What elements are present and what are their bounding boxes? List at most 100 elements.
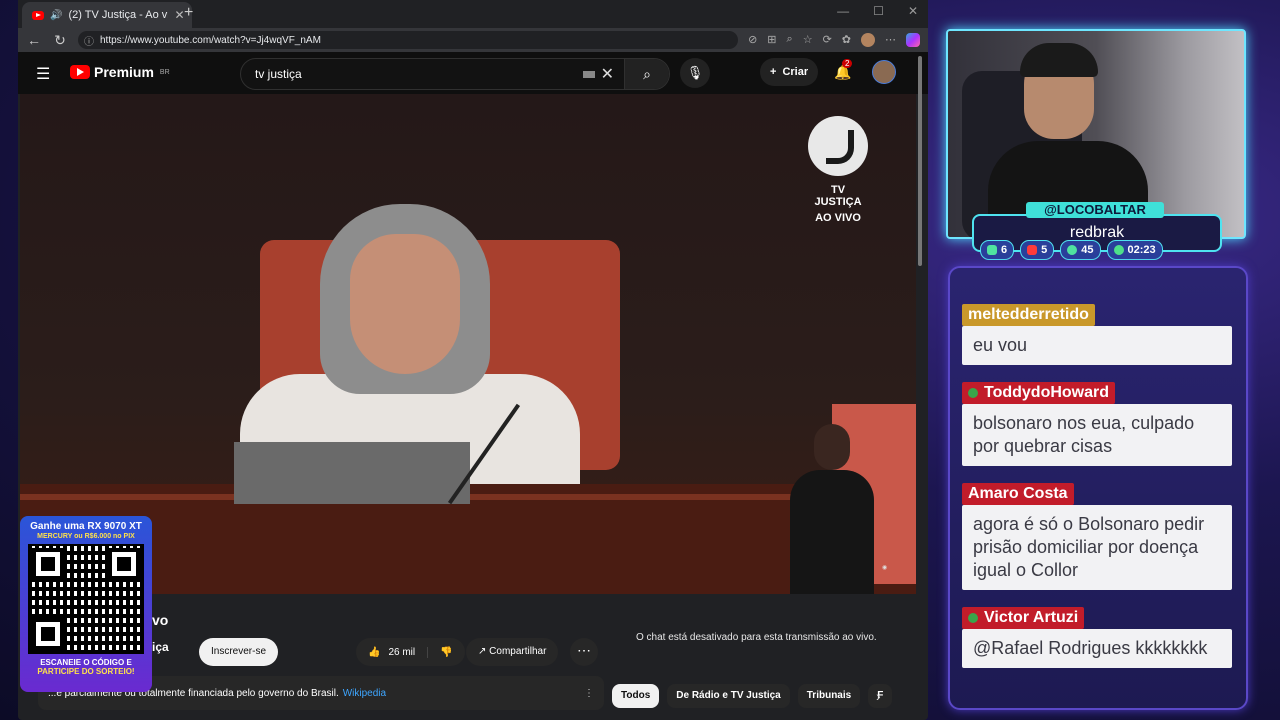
youtube-premium-logo[interactable]: Premium BR: [70, 64, 170, 80]
promo-line3: ESCANEIE O CÓDIGO E: [40, 658, 132, 667]
keyboard-icon[interactable]: [582, 70, 595, 78]
chat-username-text: ToddydoHoward: [984, 384, 1110, 401]
logo-region: BR: [159, 68, 170, 76]
chips-next-arrow-icon[interactable]: ›: [876, 688, 881, 704]
channel-name[interactable]: iça: [152, 640, 169, 654]
window-controls: — ☐ ✕: [837, 4, 918, 18]
notifications-bell-icon[interactable]: 🔔 2: [834, 59, 853, 81]
translate-icon[interactable]: ⊘: [748, 33, 757, 47]
video-laptop: [234, 442, 470, 504]
create-label: Criar: [782, 66, 809, 78]
chip-todos[interactable]: Todos: [612, 684, 660, 708]
close-window-icon[interactable]: ✕: [908, 4, 918, 18]
minimize-icon[interactable]: —: [837, 4, 849, 18]
chip-radio-tv-justica[interactable]: De Rádio e TV Justiça: [667, 684, 790, 708]
stat-viewers-value: 45: [1081, 244, 1094, 256]
user-badge-icon: [968, 613, 978, 623]
hamburger-menu-icon[interactable]: ☰: [36, 64, 50, 84]
video-player[interactable]: TV JUSTIÇA AO VIVO ◉: [20, 94, 916, 594]
apps-icon[interactable]: ⊞: [767, 33, 776, 47]
chat-username: ToddydoHoward: [962, 382, 1116, 404]
chat-username: meltedderretido: [962, 304, 1095, 326]
chat-message: Victor Artuzi @Rafael Rodrigues kkkkkkkk: [962, 607, 1232, 668]
favorite-star-icon[interactable]: ☆: [803, 33, 813, 47]
stat-viewers: 45: [1060, 240, 1101, 260]
promo-line1: Ganhe uma RX 9070 XT: [30, 521, 142, 532]
page-scrollbar[interactable]: [918, 56, 922, 266]
chat-message: ToddydoHoward bolsonaro nos eua, culpado…: [962, 382, 1232, 466]
info-more-icon[interactable]: ⋮: [584, 688, 594, 699]
speaker-icon[interactable]: 🔊: [50, 10, 62, 21]
chat-text: @Rafael Rodrigues kkkkkkkk: [962, 629, 1232, 668]
search-input[interactable]: tv justiça: [241, 67, 583, 81]
qr-code-icon: [28, 544, 144, 654]
chat-username: Amaro Costa: [962, 483, 1074, 505]
search-box: tv justiça ✕ ⌕: [240, 58, 670, 90]
qr-finder: [32, 548, 64, 580]
logo-text: Premium: [94, 64, 154, 80]
video-title: vo: [152, 612, 169, 628]
interpreter-head: [814, 424, 850, 470]
url-text: https://www.youtube.com/watch?v=Jj4wqVF_…: [100, 34, 321, 46]
user-avatar[interactable]: [872, 60, 896, 84]
like-dislike-bar: 👍 26 mil 👎: [356, 638, 465, 666]
chat-username-text: Victor Artuzi: [984, 609, 1079, 626]
maximize-icon[interactable]: ☐: [873, 4, 884, 18]
address-bar-icons: ⊘ ⊞ ⌕ ☆ ⟳ ✿ ⋯: [748, 33, 920, 47]
tab-title: (2) TV Justiça - Ao vivo - You: [68, 9, 168, 21]
share-button[interactable]: ↗ Compartilhar: [466, 638, 559, 666]
voice-search-mic-icon[interactable]: 🎙: [680, 58, 710, 88]
brand-line1: TV JUSTIÇA: [814, 184, 862, 208]
settings-gear-icon[interactable]: ✿: [842, 33, 851, 47]
dislike-button[interactable]: 👎: [428, 647, 464, 658]
notification-badge: 2: [842, 59, 853, 68]
chat-disabled-message: O chat está desativado para esta transmi…: [636, 632, 877, 643]
like-button[interactable]: 👍 26 mil: [356, 646, 429, 658]
stream-stats: 6 5 45 02:23: [980, 240, 1163, 260]
reload-icon[interactable]: ↻: [52, 32, 68, 49]
stat-chat-value: 6: [1001, 244, 1008, 256]
youtube-header: ☰ Premium BR tv justiça ✕ ⌕ 🎙 + Criar 🔔 2: [18, 52, 928, 94]
site-info-icon[interactable]: ⓘ: [84, 33, 94, 48]
tv-justica-logo: TV JUSTIÇA AO VIVO: [806, 116, 870, 224]
chat-message: meltedderretido eu vou: [962, 304, 1232, 365]
stat-youtube-value: 5: [1041, 244, 1048, 256]
stat-chat: 6: [980, 240, 1015, 260]
tab-strip: 🔊 (2) TV Justiça - Ao vivo - You ✕ + — ☐…: [18, 0, 928, 28]
sign-language-interpreter: [780, 424, 880, 594]
url-field[interactable]: ⓘ https://www.youtube.com/watch?v=Jj4wqV…: [78, 31, 739, 49]
browser-tab[interactable]: 🔊 (2) TV Justiça - Ao vivo - You ✕: [22, 2, 192, 28]
speaker-face: [350, 234, 460, 374]
radio-tv-justica-watermark-icon: ◉: [882, 565, 888, 571]
extensions-icon[interactable]: ⟳: [823, 33, 832, 47]
stat-time: 02:23: [1106, 240, 1163, 260]
back-icon[interactable]: ←: [26, 32, 42, 48]
youtube-favicon-icon: [32, 10, 44, 20]
search-icon: ⌕: [643, 65, 651, 82]
qr-finder: [32, 618, 64, 650]
search-button[interactable]: ⌕: [624, 59, 669, 89]
stat-time-value: 02:23: [1127, 244, 1156, 256]
promo-line4: PARTICIPE DO SORTEIO!: [37, 667, 135, 676]
subscribe-button[interactable]: Inscrever-se: [199, 638, 279, 666]
wikipedia-link[interactable]: Wikipedia: [343, 688, 386, 699]
youtube-play-icon: [70, 65, 90, 79]
create-button[interactable]: + Criar: [760, 58, 819, 86]
profile-avatar[interactable]: [861, 33, 875, 47]
chip-tribunais[interactable]: Tribunais: [797, 684, 861, 708]
zoom-icon[interactable]: ⌕: [787, 33, 793, 47]
address-bar: ← ↻ ⓘ https://www.youtube.com/watch?v=Jj…: [18, 28, 928, 52]
new-tab-button[interactable]: +: [184, 4, 193, 22]
copilot-icon[interactable]: [906, 33, 920, 47]
youtube-icon: [1027, 245, 1038, 255]
stat-youtube: 5: [1020, 240, 1055, 260]
clear-search-icon[interactable]: ✕: [601, 64, 614, 84]
related-chips: Todos De Rádio e TV Justiça Tribunais F: [612, 684, 893, 708]
more-actions-button[interactable]: ⋯: [570, 638, 598, 666]
thumbs-down-icon: 👎: [440, 646, 453, 658]
close-tab-icon[interactable]: ✕: [174, 8, 184, 22]
chat-text: bolsonaro nos eua, culpado por quebrar c…: [962, 404, 1232, 466]
thumbs-up-icon: 👍: [368, 646, 381, 658]
more-icon[interactable]: ⋯: [885, 33, 896, 47]
chat-username: Victor Artuzi: [962, 607, 1085, 629]
